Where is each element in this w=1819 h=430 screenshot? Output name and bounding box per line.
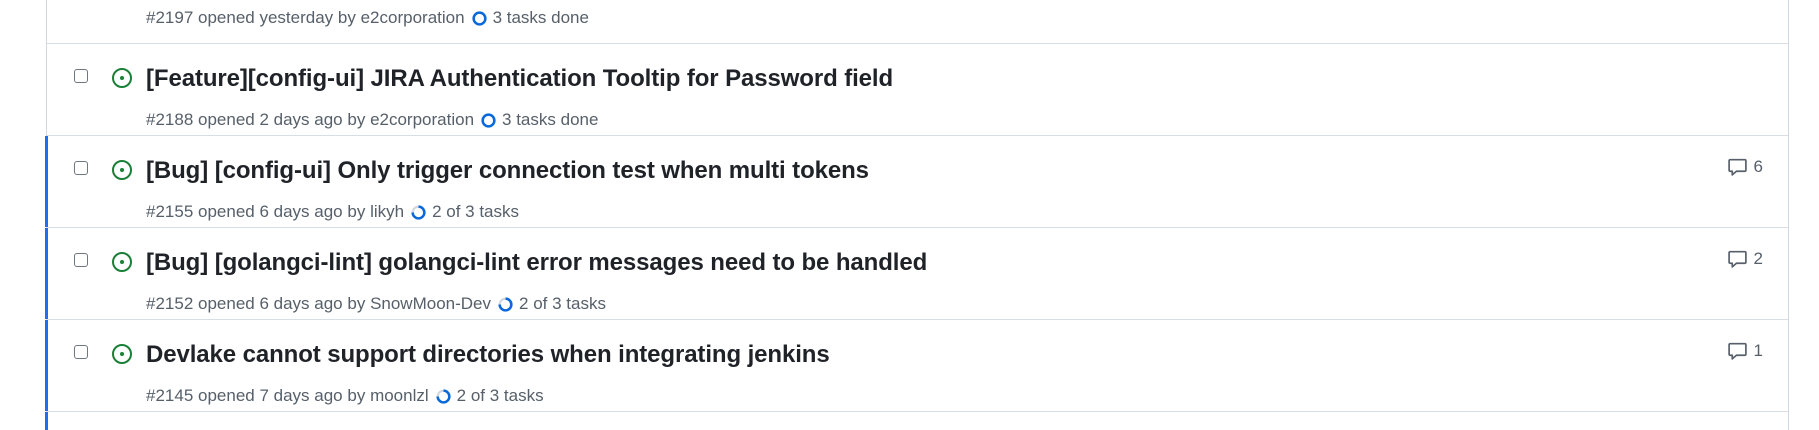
issue-checkbox[interactable]	[74, 69, 88, 83]
task-progress-icon	[436, 388, 451, 404]
issue-list: #2197 opened yesterday by e2corporation …	[45, 0, 1789, 430]
task-status[interactable]: 3 tasks done	[471, 8, 589, 28]
task-status[interactable]: 2 of 3 tasks	[435, 386, 544, 406]
task-status[interactable]: 3 tasks done	[480, 110, 598, 130]
issue-number[interactable]: #2145	[146, 386, 193, 406]
issue-number[interactable]: #2197	[146, 8, 193, 28]
comment-count[interactable]: 6	[1727, 156, 1763, 177]
comment-count-label: 2	[1753, 248, 1763, 268]
issue-number[interactable]: #2188	[146, 110, 193, 130]
issue-row[interactable]: [Bug] [config-ui] Only trigger connectio…	[45, 136, 1788, 228]
issue-author[interactable]: e2corporation	[361, 8, 465, 28]
task-status[interactable]: 2 of 3 tasks	[497, 294, 606, 314]
issue-row[interactable]: #2197 opened yesterday by e2corporation …	[47, 0, 1788, 44]
issue-number[interactable]: #2155	[146, 202, 193, 222]
issue-opened-text: opened 2 days ago by	[198, 110, 366, 129]
issue-opened-icon	[112, 68, 132, 88]
issue-meta: #2145 opened 7 days ago by moonlzl 2 of …	[146, 386, 544, 406]
issue-checkbox[interactable]	[74, 161, 88, 175]
issue-row[interactable]	[45, 412, 1788, 430]
issue-title[interactable]: [Bug] [config-ui] Only trigger connectio…	[146, 157, 869, 185]
issue-meta: #2152 opened 6 days ago by SnowMoon-Dev …	[146, 294, 606, 314]
issue-opened-icon	[112, 252, 132, 272]
issue-checkbox[interactable]	[74, 345, 88, 359]
comment-icon	[1727, 158, 1747, 176]
issue-meta: #2188 opened 2 days ago by e2corporation…	[146, 110, 598, 130]
task-status-label: 2 of 3 tasks	[519, 294, 606, 313]
task-status-label: 3 tasks done	[492, 8, 589, 27]
issue-meta: #2155 opened 6 days ago by likyh 2 of 3 …	[146, 202, 519, 222]
issue-checkbox[interactable]	[74, 253, 88, 267]
comment-count[interactable]: 2	[1727, 248, 1763, 269]
task-status-label: 2 of 3 tasks	[432, 202, 520, 221]
issue-opened-text: opened 7 days ago by	[198, 386, 366, 405]
task-progress-icon	[411, 204, 426, 220]
comment-icon	[1727, 250, 1747, 268]
issue-title[interactable]: [Feature][config-ui] JIRA Authentication…	[146, 65, 893, 93]
comment-icon	[1727, 342, 1747, 360]
issue-title[interactable]: [Bug] [golangci-lint] golangci-lint erro…	[146, 249, 927, 277]
task-status-label: 3 tasks done	[502, 110, 599, 129]
issue-meta: #2197 opened yesterday by e2corporation …	[146, 8, 589, 28]
comment-count-label: 6	[1753, 156, 1763, 176]
task-done-icon	[471, 10, 487, 26]
task-done-icon	[481, 112, 496, 128]
issue-author[interactable]: SnowMoon-Dev	[370, 294, 491, 314]
task-status-label: 2 of 3 tasks	[456, 386, 544, 405]
comment-count-label: 1	[1753, 340, 1763, 360]
issue-opened-text: opened 6 days ago by	[198, 294, 366, 313]
issue-author[interactable]: likyh	[370, 202, 404, 222]
task-progress-icon	[498, 296, 513, 312]
issue-row[interactable]: [Feature][config-ui] JIRA Authentication…	[47, 44, 1788, 136]
issue-row[interactable]: Devlake cannot support directories when …	[45, 320, 1788, 412]
issue-row[interactable]: [Bug] [golangci-lint] golangci-lint erro…	[45, 228, 1788, 320]
issue-author[interactable]: moonlzl	[370, 386, 429, 406]
issue-number[interactable]: #2152	[146, 294, 193, 314]
task-status[interactable]: 2 of 3 tasks	[410, 202, 519, 222]
comment-count[interactable]: 1	[1727, 340, 1763, 361]
issue-opened-text: opened yesterday by	[198, 8, 356, 27]
issue-opened-icon	[112, 160, 132, 180]
issue-opened-icon	[112, 344, 132, 364]
issue-title[interactable]: Devlake cannot support directories when …	[146, 341, 830, 369]
issue-author[interactable]: e2corporation	[370, 110, 474, 130]
issue-opened-text: opened 6 days ago by	[198, 202, 366, 221]
